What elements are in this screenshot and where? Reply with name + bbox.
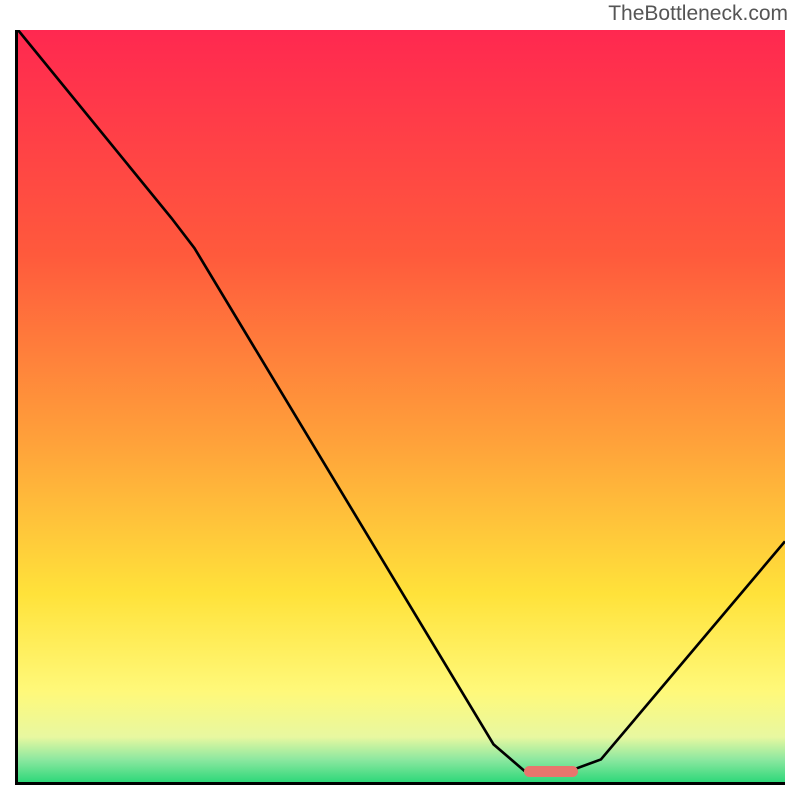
watermark-text: TheBottleneck.com xyxy=(608,2,788,26)
optimal-marker xyxy=(524,766,578,777)
chart-plot-area xyxy=(15,30,785,785)
bottleneck-curve xyxy=(18,30,785,782)
